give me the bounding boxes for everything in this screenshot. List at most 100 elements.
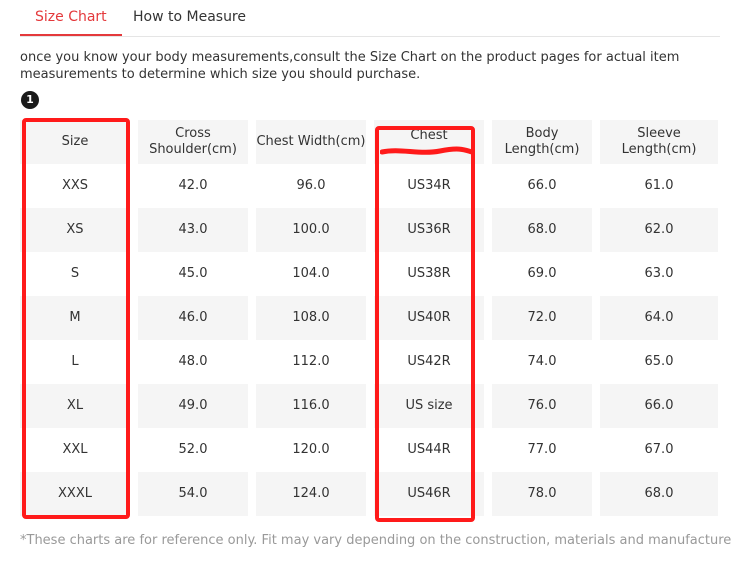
table-cell: 74.0: [527, 354, 557, 369]
column-separator: [248, 340, 256, 384]
column-separator: [130, 472, 138, 516]
table-cell: 61.0: [644, 178, 674, 193]
column-separator: [484, 428, 492, 472]
tab-how-to-measure[interactable]: How to Measure: [118, 0, 261, 36]
table-cell: 108.0: [292, 310, 330, 325]
table-cell: 63.0: [644, 266, 674, 281]
table-row: M 46.0 108.0 US40R 72.0 64.0: [20, 296, 718, 340]
table-cell: 65.0: [644, 354, 674, 369]
column-separator: [130, 164, 138, 208]
table-row: XXL 52.0 120.0 US44R 77.0 67.0: [20, 428, 718, 472]
table-cell: US34R: [407, 178, 451, 193]
column-separator: [484, 252, 492, 296]
table-cell: US36R: [407, 222, 451, 237]
table-cell: 68.0: [527, 222, 557, 237]
column-separator: [484, 472, 492, 516]
table-cell: 69.0: [527, 266, 557, 281]
table-cell: 124.0: [292, 486, 330, 501]
intro-text: once you know your body measurements,con…: [20, 50, 680, 82]
column-separator: [592, 208, 600, 252]
column-separator: [484, 340, 492, 384]
column-separator: [484, 120, 492, 164]
table-cell: XXXL: [58, 486, 92, 501]
table-cell: S: [70, 266, 80, 281]
table-cell: L: [71, 354, 79, 369]
column-separator: [366, 472, 374, 516]
column-separator: [366, 164, 374, 208]
column-separator: [248, 428, 256, 472]
column-separator: [248, 252, 256, 296]
table-row: L 48.0 112.0 US42R 74.0 65.0: [20, 340, 718, 384]
column-separator: [248, 296, 256, 340]
table-row: XXXL 54.0 124.0 US46R 78.0 68.0: [20, 472, 718, 516]
table-cell: XL: [66, 398, 84, 413]
column-separator: [592, 384, 600, 428]
column-separator: [484, 384, 492, 428]
column-separator: [366, 428, 374, 472]
table-cell: 78.0: [527, 486, 557, 501]
column-separator: [366, 252, 374, 296]
table-cell: US46R: [407, 486, 451, 501]
column-separator: [130, 252, 138, 296]
table-cell: 49.0: [178, 398, 208, 413]
table-row: S 45.0 104.0 US38R 69.0 63.0: [20, 252, 718, 296]
table-cell: 48.0: [178, 354, 208, 369]
column-separator: [248, 472, 256, 516]
table-cell: 68.0: [644, 486, 674, 501]
column-separator: [592, 120, 600, 164]
column-separator: [130, 208, 138, 252]
table-cell: 62.0: [644, 222, 674, 237]
column-separator: [592, 164, 600, 208]
table-cell: 72.0: [527, 310, 557, 325]
column-separator: [130, 120, 138, 164]
column-separator: [366, 208, 374, 252]
table-header-cell: Sleeve Length(cm): [621, 126, 697, 157]
table-header-row: Size Cross Shoulder(cm) Chest Width(cm) Che…: [20, 120, 718, 164]
table-cell: 120.0: [292, 442, 330, 457]
table-cell: 77.0: [527, 442, 557, 457]
table-row: XXS 42.0 96.0 US34R 66.0 61.0: [20, 164, 718, 208]
table-header-cell: Cross Shoulder(cm): [149, 126, 237, 157]
column-separator: [366, 120, 374, 164]
footnote-disclaimer: *These charts are for reference only. Fi…: [20, 533, 732, 548]
table-row: XS 43.0 100.0 US36R 68.0 62.0: [20, 208, 718, 252]
column-separator: [130, 384, 138, 428]
column-separator: [592, 340, 600, 384]
table-cell: 100.0: [292, 222, 330, 237]
column-separator: [484, 296, 492, 340]
table-cell: 96.0: [296, 178, 326, 193]
table-cell: US38R: [407, 266, 451, 281]
column-separator: [592, 252, 600, 296]
tab-size-chart[interactable]: Size Chart: [20, 0, 122, 36]
column-separator: [366, 384, 374, 428]
column-separator: [130, 340, 138, 384]
table-header-cell: Chest Width(cm): [256, 134, 366, 149]
column-separator: [366, 340, 374, 384]
table-cell: US42R: [407, 354, 451, 369]
table-cell: US size: [405, 398, 453, 413]
table-cell: 66.0: [644, 398, 674, 413]
table-cell: 46.0: [178, 310, 208, 325]
table-cell: 66.0: [527, 178, 557, 193]
tab-bar: Size Chart How to Measure: [20, 0, 720, 37]
table-header-cell: Body Length(cm): [504, 126, 580, 157]
table-cell: 104.0: [292, 266, 330, 281]
column-separator: [592, 472, 600, 516]
column-separator: [366, 296, 374, 340]
table-header-cell: Size: [61, 134, 89, 149]
table-cell: M: [69, 310, 81, 325]
table-cell: 112.0: [292, 354, 330, 369]
table-cell: XS: [66, 222, 84, 237]
column-separator: [248, 208, 256, 252]
column-separator: [248, 164, 256, 208]
table-cell: 45.0: [178, 266, 208, 281]
column-separator: [484, 208, 492, 252]
table-cell: 76.0: [527, 398, 557, 413]
table-cell: 116.0: [292, 398, 330, 413]
table-cell: 42.0: [178, 178, 208, 193]
table-cell: US40R: [407, 310, 451, 325]
column-separator: [130, 428, 138, 472]
column-separator: [484, 164, 492, 208]
table-cell: 54.0: [178, 486, 208, 501]
table-cell: 52.0: [178, 442, 208, 457]
